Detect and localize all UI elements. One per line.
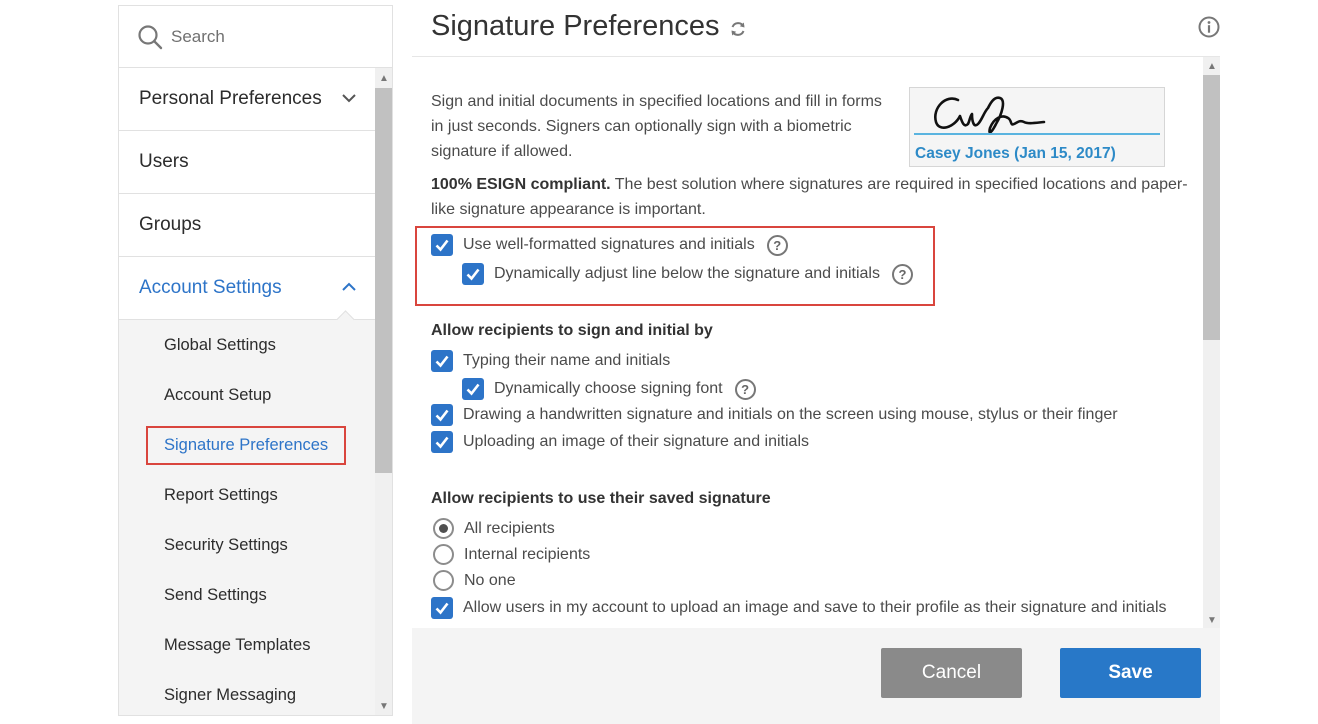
adjust-line-option: Dynamically adjust line below the signat… [462,263,913,285]
sign-by-title: Allow recipients to sign and initial by [431,322,713,339]
footer: Cancel Save [412,628,1220,724]
search-placeholder: Search [171,26,225,46]
drawing-checkbox[interactable] [431,404,453,426]
typing-checkbox[interactable] [431,350,453,372]
signature-line [914,133,1160,135]
subnav-item-signer-messaging[interactable]: Signer Messaging [119,670,375,715]
search-icon [138,24,163,49]
subnav-item-label: Security Settings [164,535,288,554]
scroll-down-icon[interactable]: ▼ [379,702,389,712]
uploading-label: Uploading an image of their signature an… [463,433,809,450]
upload-image-label: Allow users in my account to upload an i… [463,599,1167,616]
help-icon[interactable]: ? [766,234,788,256]
subnav-item-label: Message Templates [164,635,311,654]
subnav-item-send-settings[interactable]: Send Settings [119,570,375,620]
sidebar-item-groups[interactable]: Groups [119,194,375,257]
settings-content: Sign and initial documents in specified … [412,56,1220,628]
sidebar-item-label: Groups [139,214,202,235]
well-formatted-label: Use well-formatted signatures and initia… [463,236,755,253]
page-header: Signature Preferences [431,6,748,46]
subnav-item-global-settings[interactable]: Global Settings [119,320,375,370]
help-icon[interactable]: ? [891,263,913,285]
search-input[interactable]: Search [119,6,392,68]
uploading-checkbox[interactable] [431,431,453,453]
subnav-item-signature-preferences[interactable]: Signature Preferences [119,420,375,470]
sidebar-item-label: Personal Preferences [139,88,322,109]
subnav-item-label: Account Setup [164,385,272,404]
scroll-down-icon[interactable]: ▼ [1207,616,1217,626]
info-icon[interactable] [1198,16,1220,38]
help-icon[interactable]: ? [734,378,756,400]
sidebar-scrollbar[interactable]: ▲ ▼ [375,68,392,715]
sidebar-scroll-thumb[interactable] [375,88,392,473]
typing-option: Typing their name and initials [431,350,670,372]
subnav-item-message-templates[interactable]: Message Templates [119,620,375,670]
signature-sample: Casey Jones (Jan 15, 2017) [909,87,1165,167]
adjust-line-label: Dynamically adjust line below the signat… [494,265,880,282]
typing-label: Typing their name and initials [463,352,671,369]
chevron-down-icon [342,94,356,103]
esign-text: 100% ESIGN compliant. The best solution … [431,172,1191,222]
scroll-up-icon[interactable]: ▲ [1207,62,1217,72]
radio-button[interactable] [433,544,454,565]
subnav-item-label: Global Settings [164,335,276,354]
page-title: Signature Preferences [431,9,720,42]
subnav-item-account-setup[interactable]: Account Setup [119,370,375,420]
radio-internal-recipients[interactable]: Internal recipients [433,544,590,565]
scroll-up-icon[interactable]: ▲ [379,74,389,84]
sidebar-item-label: Account Settings [139,277,282,298]
refresh-icon[interactable] [728,19,748,39]
sidebar-item-users[interactable]: Users [119,131,375,194]
radio-button[interactable] [433,570,454,591]
account-settings-submenu: Global Settings Account Setup Signature … [119,320,375,715]
content-scroll-thumb[interactable] [1203,75,1220,340]
radio-label: All recipients [464,519,555,537]
sidebar: Search Personal Preferences Users Groups… [118,5,393,716]
sidebar-item-personal-preferences[interactable]: Personal Preferences [119,68,375,131]
well-formatted-checkbox[interactable] [431,234,453,256]
signing-font-option: Dynamically choose signing font ? [462,378,756,400]
well-formatted-option: Use well-formatted signatures and initia… [431,234,788,256]
subnav-item-label: Send Settings [164,585,267,604]
sidebar-nav: Personal Preferences Users Groups Accoun… [119,68,375,715]
content-scrollbar[interactable]: ▲ ▼ [1203,57,1220,628]
subnav-item-label: Signature Preferences [145,425,347,465]
drawing-option: Drawing a handwritten signature and init… [431,404,1118,426]
adjust-line-checkbox[interactable] [462,263,484,285]
subnav-item-security-settings[interactable]: Security Settings [119,520,375,570]
radio-button[interactable] [433,518,454,539]
radio-label: No one [464,571,516,589]
esign-bold: 100% ESIGN compliant. [431,176,611,193]
upload-image-option: Allow users in my account to upload an i… [431,597,1167,619]
sidebar-item-label: Users [139,151,189,172]
cancel-button[interactable]: Cancel [881,648,1022,698]
upload-image-checkbox[interactable] [431,597,453,619]
signing-font-checkbox[interactable] [462,378,484,400]
radio-all-recipients[interactable]: All recipients [433,518,555,539]
radio-no-one[interactable]: No one [433,570,516,591]
subnav-item-label: Signer Messaging [164,685,297,704]
radio-label: Internal recipients [464,545,591,563]
description-text: Sign and initial documents in specified … [431,93,882,160]
uploading-option: Uploading an image of their signature an… [431,431,809,453]
subnav-item-report-settings[interactable]: Report Settings [119,470,375,520]
drawing-label: Drawing a handwritten signature and init… [463,406,1118,423]
main-panel: Signature Preferences Sign and initial d… [412,0,1220,724]
sidebar-item-account-settings[interactable]: Account Settings [119,257,375,320]
saved-signature-title: Allow recipients to use their saved sign… [431,490,771,507]
subnav-item-label: Report Settings [164,485,278,504]
save-button[interactable]: Save [1060,648,1201,698]
signature-name: Casey Jones (Jan 15, 2017) [915,145,1116,162]
chevron-up-icon [342,282,356,291]
signing-font-label: Dynamically choose signing font [494,380,723,397]
